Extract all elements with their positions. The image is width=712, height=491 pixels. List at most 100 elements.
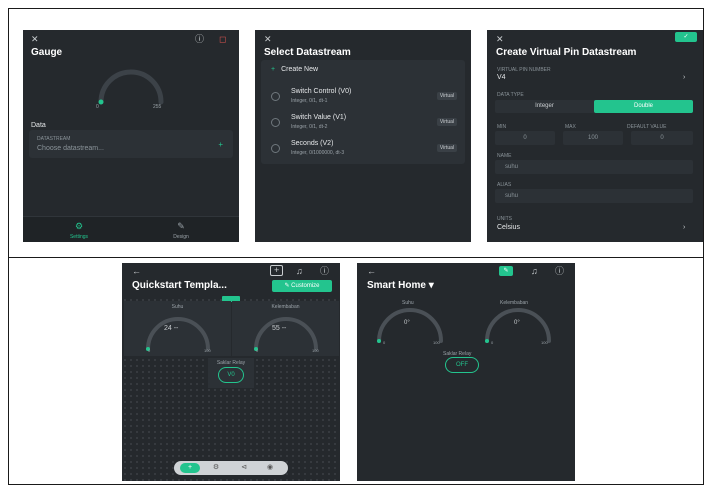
min-input[interactable]: 0 [495,131,555,145]
gauge-dial [146,317,210,351]
back-arrow-icon[interactable]: ← [132,267,141,276]
datastream-info: Integer, 0/1, dt-2 [291,124,328,130]
data-section-label: Data [31,122,46,129]
gauge-value: 55 -- [272,325,287,332]
radio-button[interactable] [271,118,280,127]
page-title: Create Virtual Pin Datastream [496,47,637,58]
edit-mode-button[interactable]: ✎ [499,266,513,276]
max-input[interactable]: 100 [563,131,623,145]
units-label: UNITS [497,216,512,222]
gauge-max-label: 255 [153,104,162,110]
datastream-list: + Create New Switch Control (V0) Integer,… [261,60,465,164]
gauge-min: 0 [256,348,259,353]
datastream-select[interactable]: DATASTREAM Choose datastream... + [29,130,233,158]
option-double[interactable]: Double [594,100,693,113]
create-new-label: Create New [281,66,319,73]
default-value-label: DEFAULT VALUE [627,124,667,130]
gauge-max: 100 [204,348,211,353]
close-icon[interactable]: ✕ [496,35,504,44]
create-new-button[interactable]: + Create New [271,66,318,73]
widget-label: Saklar Relay [216,360,246,366]
info-icon[interactable]: ⓘ [555,267,564,276]
datastream-name: Switch Control (V0) [291,88,352,95]
pin-number-value[interactable]: V4 [497,74,506,81]
customize-label: Customize [291,283,320,289]
bell-icon[interactable]: ♫ [296,267,303,276]
widget-label: Kelembaban [271,304,300,310]
gauge-min-label: 0 [96,104,99,110]
datastream-name: Switch Value (V1) [291,114,347,121]
template-editor-screen: ← + ♫ ⓘ Quickstart Templa... ✎ Customize… [122,263,340,481]
name-input[interactable]: suhu [495,160,693,174]
list-item[interactable]: Seconds (V2) Integer, 0/1000000, dt-3 Vi… [261,136,465,162]
page-title: Gauge [31,47,63,58]
editor-toolbar: + ⚙ ⊲ ◉ [174,461,288,475]
max-label: MAX [565,124,576,130]
gauge-widget-suhu[interactable]: Suhu 24 -- 0 100 [124,301,231,356]
bell-icon[interactable]: ♫ [531,267,538,276]
default-value-input[interactable]: 0 [631,131,693,145]
units-value[interactable]: Celsius [497,224,520,231]
gauge-value: 0° [514,320,520,326]
radio-button[interactable] [271,92,280,101]
page-title: Select Datastream [264,47,351,58]
tab-settings[interactable]: ⚙ Settings [49,221,109,240]
eye-icon[interactable]: ◉ [260,463,280,473]
pin-number-label: VIRTUAL PIN NUMBER [497,67,551,73]
datastream-info: Integer, 0/1, dt-1 [291,98,328,104]
datastream-info: Integer, 0/1000000, dt-3 [291,150,345,156]
relay-button[interactable]: V0 [218,367,244,383]
create-datastream-screen: ✕ ✓ Create Virtual Pin Datastream VIRTUA… [487,30,703,242]
share-icon[interactable]: ⊲ [234,463,254,473]
chevron-right-icon: › [683,224,686,231]
add-icon[interactable]: + [218,140,223,149]
min-label: MIN [497,124,507,130]
gauge-min: 0 [383,340,386,345]
button-widget[interactable]: Saklar Relay V0 [208,358,254,388]
alias-input[interactable]: suhu [495,189,693,203]
option-integer[interactable]: Integer [495,100,594,113]
close-icon[interactable]: ✕ [264,35,272,44]
page-title-text: Smart Home [367,280,426,291]
radio-button[interactable] [271,144,280,153]
relay-switch-button[interactable]: OFF [445,357,479,373]
widget-label: Suhu [171,304,184,310]
chevron-down-icon[interactable]: ▾ [429,280,434,291]
gauge-min: 0 [491,340,494,345]
type-badge: Virtual [436,118,457,126]
list-item[interactable]: Switch Control (V0) Integer, 0/1, dt-1 V… [261,84,465,110]
select-datastream-screen: ✕ Select Datastream + Create New Switch C… [255,30,471,242]
data-type-toggle[interactable]: Integer Double [495,100,693,113]
delete-icon[interactable]: ◻ [219,35,226,44]
page-title: Smart Home ▾ [367,280,434,291]
list-item[interactable]: Switch Value (V1) Integer, 0/1, dt-2 Vir… [261,110,465,136]
type-badge: Virtual [436,144,457,152]
tab-design-label: Design [173,234,189,240]
back-arrow-icon[interactable]: ← [367,267,376,276]
row-divider [8,257,704,258]
settings-icon[interactable]: ⚙ [206,463,226,473]
bottom-tabbar: ⚙ Settings ✎ Design [23,216,239,242]
smart-home-screen: ← ✎ ♫ ⓘ Smart Home ▾ Suhu 0° 0 100 Kelem… [357,263,575,481]
page-title: Quickstart Templa... [132,280,227,291]
name-label: NAME [497,153,512,159]
tab-settings-label: Settings [69,234,89,240]
info-icon[interactable]: ⓘ [320,267,329,276]
gauge-suhu [377,308,443,343]
gauge-dial [254,317,318,351]
gauge-preview [98,69,164,105]
gauge-min: 0 [148,348,151,353]
gauge-widget-kelembaban[interactable]: Kelembaban 55 -- 0 100 [232,301,339,356]
settings-icon: ⚙ [74,221,84,231]
tab-design[interactable]: ✎ Design [151,221,211,240]
gauge-max: 100 [541,340,548,345]
customize-button[interactable]: ✎ Customize [272,280,332,292]
info-icon[interactable]: ⓘ [195,35,204,44]
design-icon: ✎ [177,221,185,231]
close-icon[interactable]: ✕ [31,35,39,44]
save-button[interactable]: ✓ [675,32,697,42]
add-widget-icon[interactable]: + [270,265,284,276]
gauge-max: 100 [312,348,319,353]
add-icon[interactable]: + [180,463,200,473]
chevron-right-icon: › [683,74,686,81]
